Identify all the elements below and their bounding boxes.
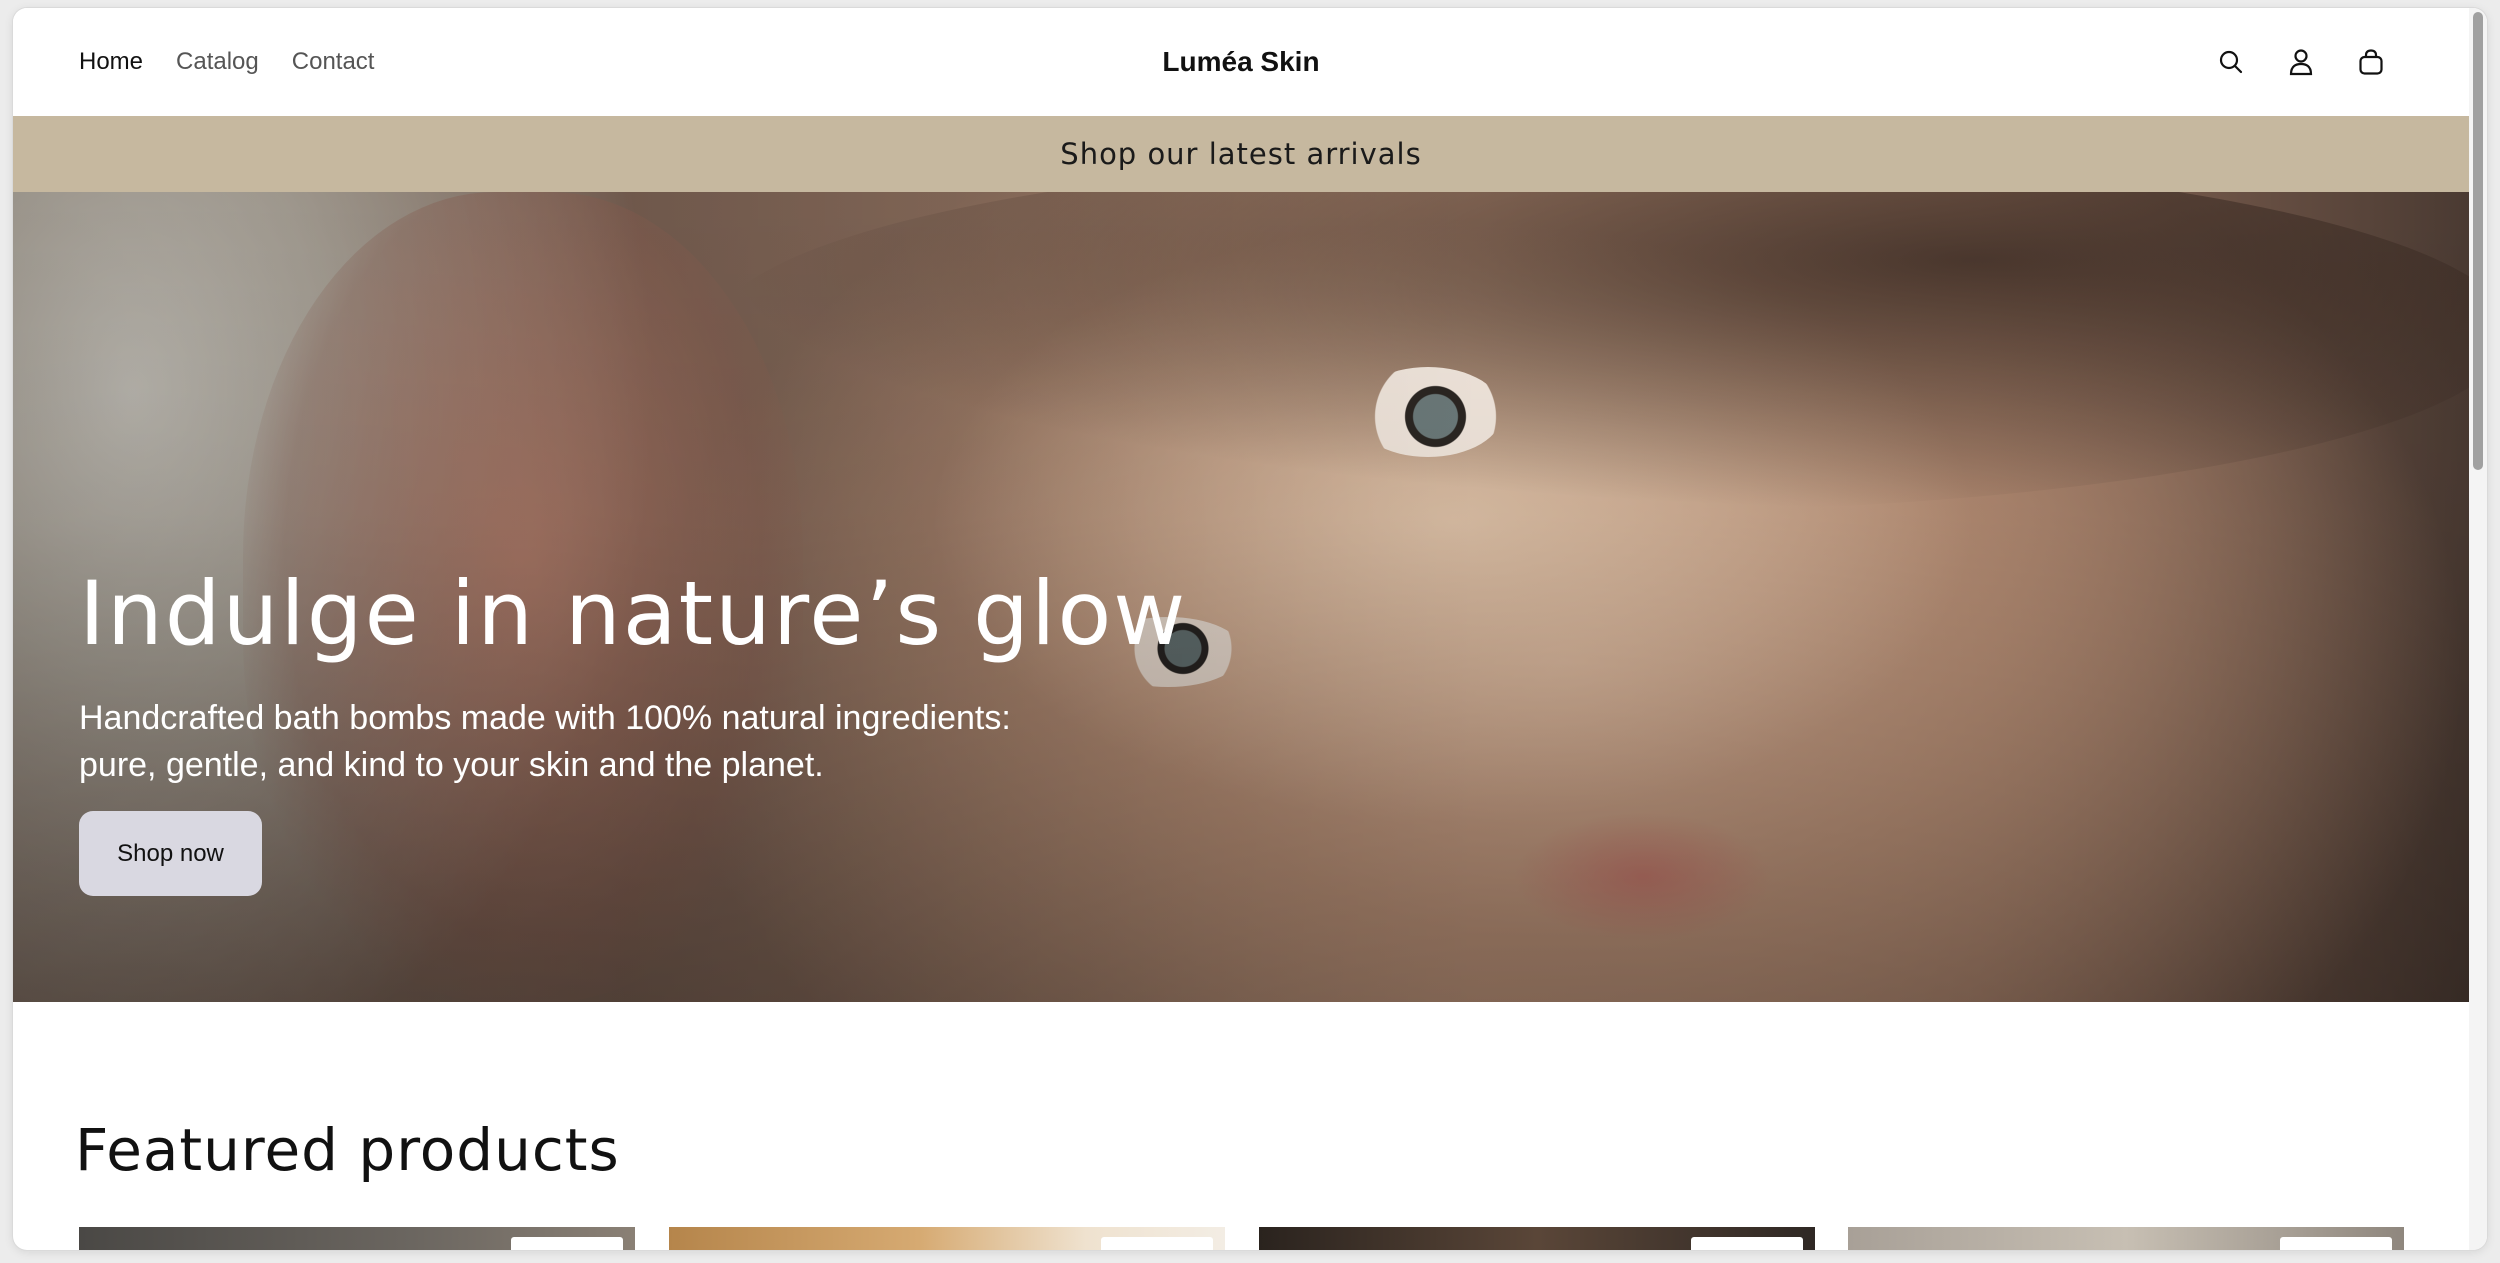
product-badge <box>2280 1237 2392 1250</box>
hero-subtitle: Handcrafted bath bombs made with 100% na… <box>79 699 1011 784</box>
search-icon[interactable] <box>2209 40 2253 84</box>
product-badge <box>1691 1237 1803 1250</box>
announcement-text: Shop our latest arrivals <box>1060 137 1422 171</box>
hero-banner: Indulge in nature’s glow Handcrafted bat… <box>13 192 2469 1002</box>
product-badge <box>511 1237 623 1250</box>
main-nav: Home Catalog Contact <box>79 8 374 116</box>
account-icon[interactable] <box>2279 40 2323 84</box>
product-card[interactable] <box>669 1227 1225 1250</box>
brand-logo[interactable]: Luméa Skin <box>13 8 2469 116</box>
product-card[interactable] <box>1848 1227 2404 1250</box>
cart-icon[interactable] <box>2349 40 2393 84</box>
shop-now-button[interactable]: Shop now <box>79 811 262 896</box>
nav-home-link[interactable]: Home <box>79 48 143 76</box>
header-icons <box>2209 8 2393 116</box>
nav-contact-link[interactable]: Contact <box>292 48 375 76</box>
announcement-bar[interactable]: Shop our latest arrivals <box>13 116 2469 192</box>
product-badge <box>1101 1237 1213 1250</box>
hero-title: Indulge in nature’s glow <box>79 562 1188 665</box>
product-card[interactable] <box>79 1227 635 1250</box>
scrollbar-thumb[interactable] <box>2473 12 2483 470</box>
browser-page: Home Catalog Contact Luméa Skin Shop our… <box>13 8 2487 1250</box>
featured-products-title: Featured products <box>75 1116 620 1184</box>
page-scrollbar[interactable] <box>2469 8 2487 1250</box>
site-header: Home Catalog Contact Luméa Skin <box>13 8 2469 116</box>
product-grid <box>79 1227 2419 1250</box>
nav-catalog-link[interactable]: Catalog <box>176 48 259 76</box>
product-card[interactable] <box>1259 1227 1815 1250</box>
